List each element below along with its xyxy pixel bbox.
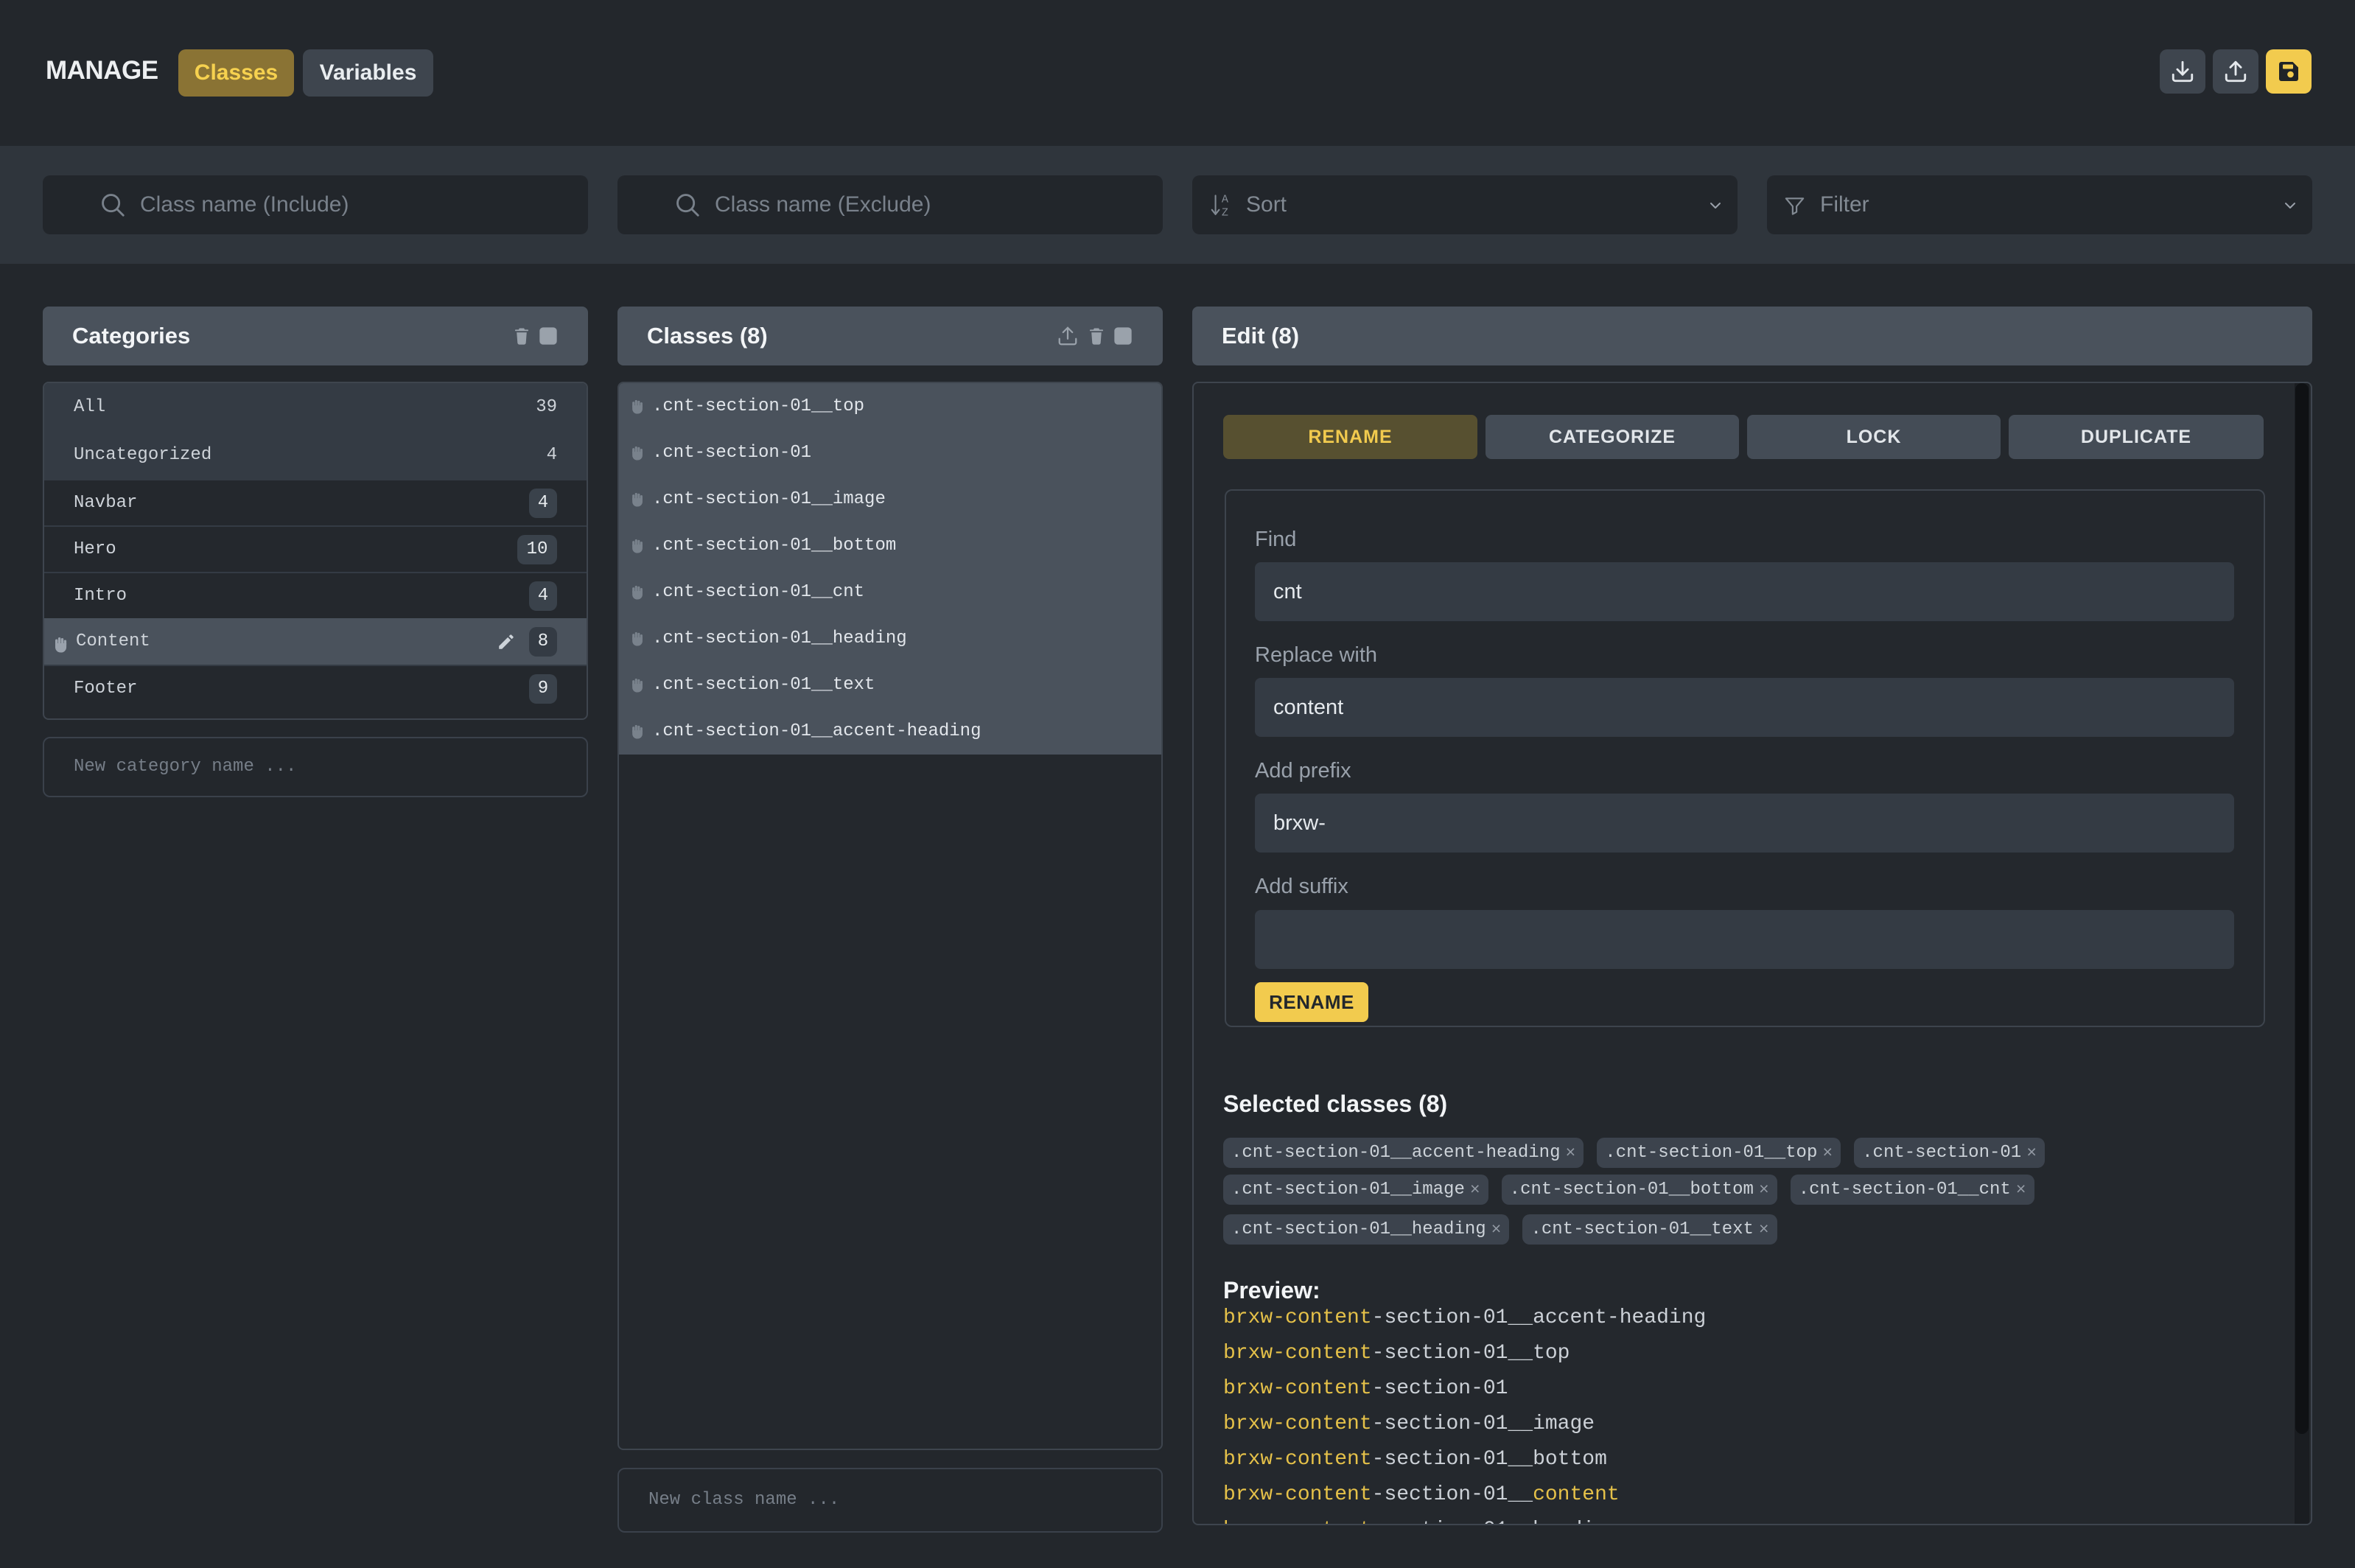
svg-text:Z: Z <box>1222 206 1228 217</box>
svg-text:A: A <box>1222 193 1229 206</box>
